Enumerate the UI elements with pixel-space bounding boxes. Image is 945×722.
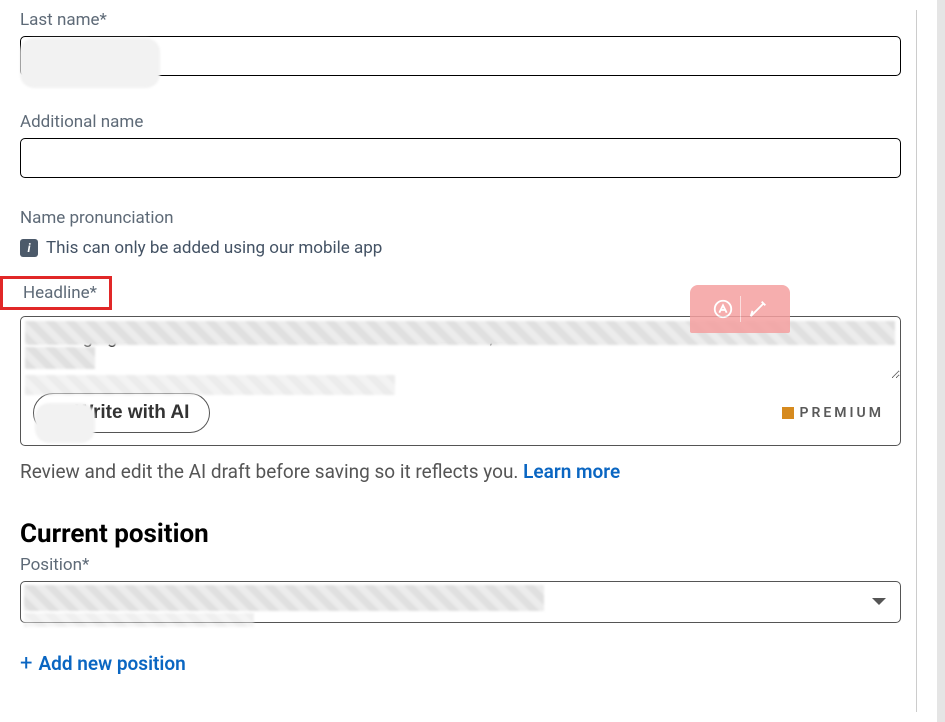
headline-label: Headline* <box>23 283 97 303</box>
ai-review-text: Review and edit the AI draft before savi… <box>20 460 901 483</box>
additional-name-input[interactable] <box>20 138 901 178</box>
add-new-position-button[interactable]: + Add new position <box>20 651 186 676</box>
info-icon: i <box>20 239 38 257</box>
mobile-only-text: This can only be added using our mobile … <box>46 238 382 258</box>
current-position-heading: Current position <box>20 519 901 549</box>
name-pronunciation-label: Name pronunciation <box>20 208 901 228</box>
premium-icon <box>782 407 794 419</box>
additional-name-label: Additional name <box>20 112 901 132</box>
last-name-label: Last name* <box>20 10 901 30</box>
ai-badge <box>690 285 790 333</box>
learn-more-link[interactable]: Learn more <box>523 460 620 483</box>
position-label: Position* <box>20 555 901 575</box>
headline-container: Managing Director For 26 Years At ZHEJIA… <box>20 316 901 446</box>
premium-badge: PREMIUM <box>782 405 885 421</box>
plus-icon: + <box>20 651 32 676</box>
